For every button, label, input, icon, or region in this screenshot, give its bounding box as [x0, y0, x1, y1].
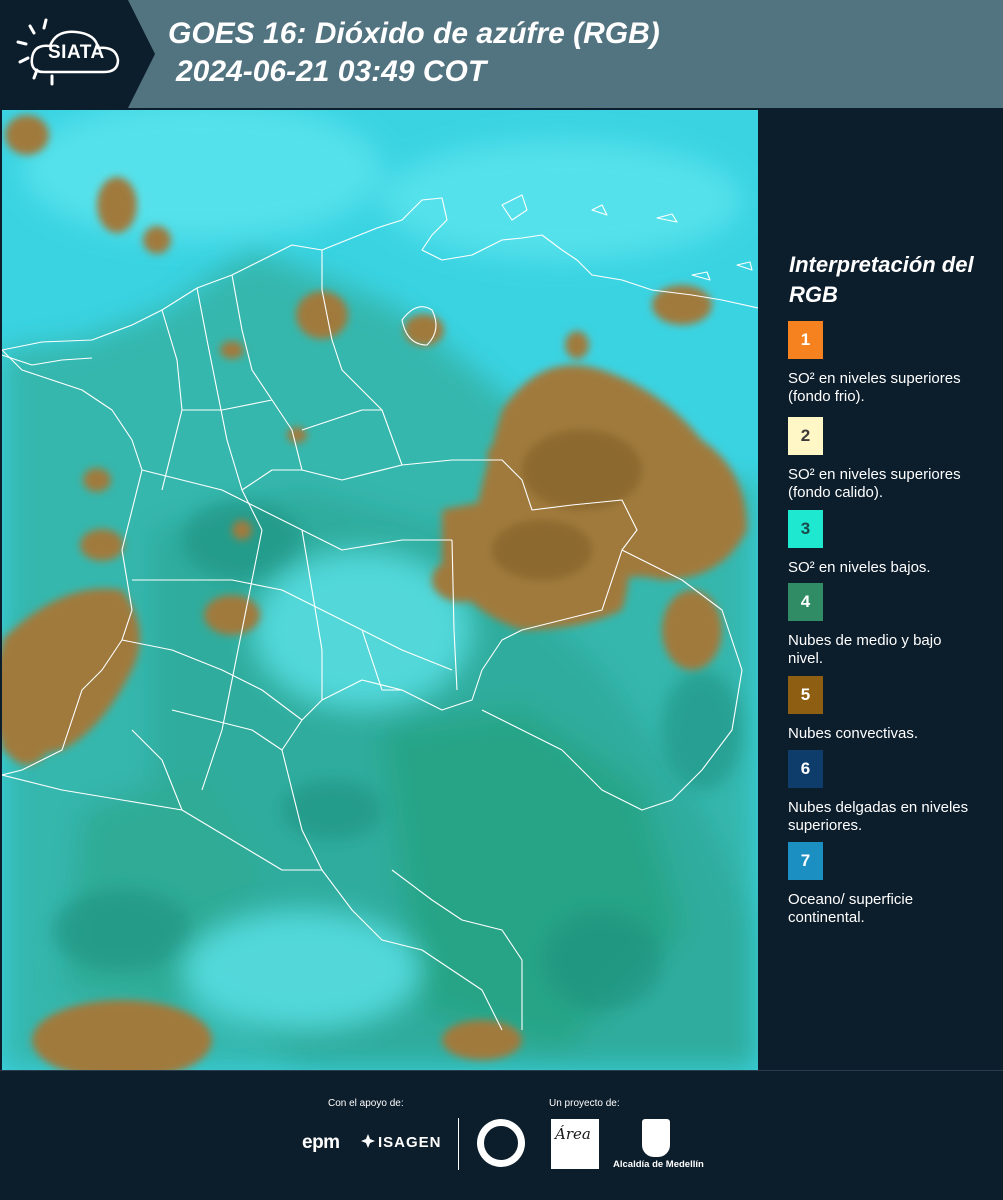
- legend-label-7: Oceano/ superficie continental.: [788, 891, 914, 926]
- legend-title: Interpretación del RGB: [789, 252, 974, 307]
- legend-item-5: 5 Nubes convectivas.: [788, 676, 988, 743]
- legend-item-2: 2 SO² en niveles superiores (fondo calid…: [788, 417, 988, 502]
- legend-swatch-4: 4: [788, 583, 823, 621]
- legend-label-4: Nubes de medio y bajo nivel.: [788, 632, 942, 667]
- legend-swatch-7: 7: [788, 842, 823, 880]
- isagen-text: ISAGEN: [378, 1134, 442, 1151]
- support-label: Con el apoyo de:: [328, 1098, 404, 1109]
- legend-swatch-6: 6: [788, 750, 823, 788]
- legend-item-3: 3 SO² en niveles bajos.: [788, 510, 988, 577]
- legend-panel: Interpretación del RGB 1 SO² en niveles …: [760, 110, 1003, 1070]
- legend-label-2: SO² en niveles superiores (fondo calido)…: [788, 466, 961, 501]
- project-label: Un proyecto de:: [549, 1098, 620, 1109]
- alcaldia-text: Alcaldía de Medellín: [613, 1159, 704, 1170]
- legend-swatch-2: 2: [788, 417, 823, 455]
- logo-text: SIATA: [48, 42, 105, 63]
- area-metropolitana-logo: Área: [551, 1119, 599, 1169]
- satellite-map[interactable]: [2, 110, 758, 1070]
- legend-label-3: SO² en niveles bajos.: [788, 559, 931, 576]
- legend-swatch-5: 5: [788, 676, 823, 714]
- legend-item-4: 4 Nubes de medio y bajo nivel.: [788, 583, 988, 668]
- page-timestamp: 2024-06-21 03:49 COT: [176, 55, 487, 88]
- header-bar: SIATA GOES 16: Dióxido de azúfre (RGB) 2…: [0, 0, 1003, 108]
- legend-item-7: 7 Oceano/ superficie continental.: [788, 842, 988, 927]
- legend-item-1: 1 SO² en niveles superiores (fondo frio)…: [788, 321, 988, 406]
- isagen-icon: [361, 1134, 375, 1148]
- page-title: GOES 16: Dióxido de azúfre (RGB): [168, 17, 660, 50]
- footer-bar: Con el apoyo de: Un proyecto de: epm ISA…: [0, 1070, 1003, 1200]
- epm-logo: epm: [302, 1132, 340, 1153]
- siata-logo: SIATA: [0, 0, 155, 108]
- legend-label-5: Nubes convectivas.: [788, 725, 919, 742]
- legend-swatch-3: 3: [788, 510, 823, 548]
- legend-swatch-1: 1: [788, 321, 823, 359]
- medellin-seal-icon: [477, 1119, 525, 1167]
- legend-label-6: Nubes delgadas en niveles superiores.: [788, 799, 969, 834]
- map-image: [2, 110, 758, 1070]
- isagen-logo: ISAGEN: [360, 1133, 442, 1151]
- alcaldia-logo: Alcaldía de Medellín: [613, 1119, 704, 1174]
- footer-divider: [458, 1118, 459, 1170]
- page: SIATA GOES 16: Dióxido de azúfre (RGB) 2…: [0, 0, 1003, 1200]
- alcaldia-shield-icon: [642, 1119, 670, 1157]
- legend-label-1: SO² en niveles superiores (fondo frio).: [788, 370, 961, 405]
- legend-item-6: 6 Nubes delgadas en niveles superiores.: [788, 750, 988, 835]
- area-logo-text: Área: [555, 1125, 591, 1143]
